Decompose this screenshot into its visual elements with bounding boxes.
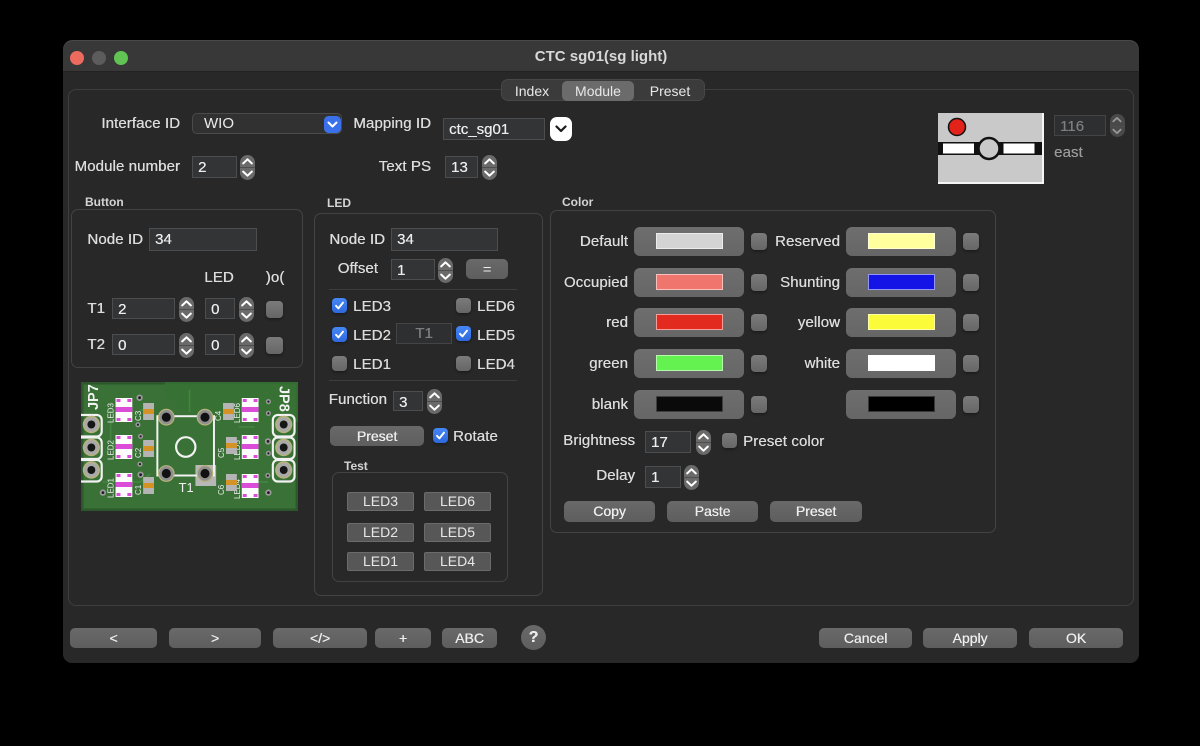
svg-text:C3: C3 [134, 410, 143, 421]
svg-text:JP7: JP7 [86, 384, 102, 410]
svg-text:LED2: LED2 [107, 439, 116, 460]
svg-text:T1: T1 [179, 480, 194, 495]
svg-text:C4: C4 [214, 410, 223, 421]
svg-text:C1: C1 [134, 484, 143, 495]
svg-text:C5: C5 [217, 447, 226, 458]
svg-text:JP8: JP8 [275, 386, 291, 412]
svg-text:LED1: LED1 [107, 477, 116, 498]
svg-text:C2: C2 [134, 447, 143, 458]
svg-text:LED3: LED3 [107, 402, 116, 423]
svg-text:C6: C6 [217, 484, 226, 495]
svg-text:LED6: LED6 [233, 402, 242, 423]
